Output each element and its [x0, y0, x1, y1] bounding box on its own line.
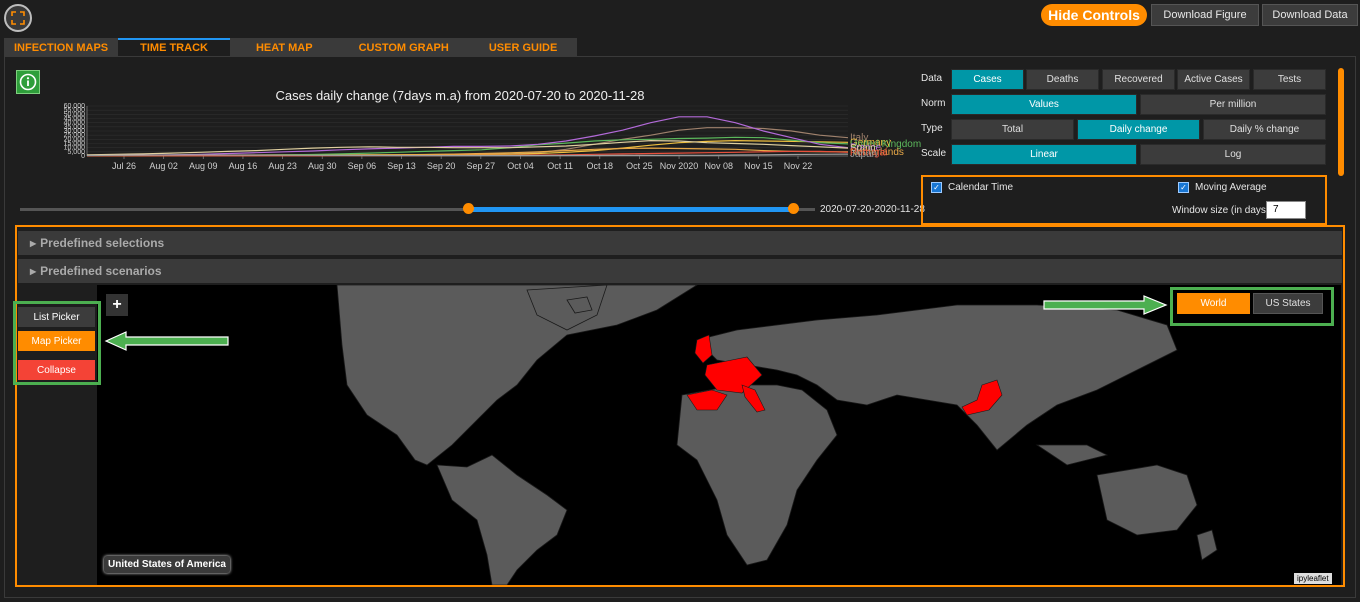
- type-daily-change-button[interactable]: Daily change: [1077, 119, 1200, 140]
- collapse-button[interactable]: Collapse: [18, 360, 95, 380]
- north-america: [336, 285, 698, 466]
- fullscreen-button[interactable]: [4, 4, 32, 32]
- info-icon: [19, 73, 37, 91]
- date-range-start-handle[interactable]: [463, 203, 474, 214]
- download-figure-button[interactable]: Download Figure: [1151, 4, 1259, 26]
- checkbox-check-icon: ✓: [931, 182, 942, 193]
- scale-row-label: Scale: [921, 148, 947, 159]
- download-data-button[interactable]: Download Data: [1262, 4, 1358, 26]
- y-tick-label: 60,000: [64, 103, 86, 110]
- tab-bar: INFECTION MAPS TIME TRACK HEAT MAP CUSTO…: [4, 38, 578, 56]
- x-tick-label: Nov 22: [784, 161, 813, 171]
- type-daily-percent-change-button[interactable]: Daily % change: [1203, 119, 1326, 140]
- moving-average-label: Moving Average: [1195, 182, 1267, 193]
- data-tests-button[interactable]: Tests: [1253, 69, 1326, 90]
- hide-controls-button[interactable]: Hide Controls: [1041, 4, 1147, 26]
- australia: [1096, 464, 1198, 536]
- x-tick-label: Aug 02: [149, 161, 178, 171]
- series-label: Japan: [850, 149, 877, 160]
- south-america: [436, 454, 568, 585]
- x-tick-label: Oct 18: [587, 161, 614, 171]
- x-tick-label: Nov 2020: [660, 161, 699, 171]
- type-total-button[interactable]: Total: [951, 119, 1074, 140]
- x-tick-label: Oct 11: [547, 161, 573, 171]
- x-tick-label: Sep 27: [467, 161, 496, 171]
- us-states-scope-button[interactable]: US States: [1253, 293, 1323, 314]
- world-map[interactable]: [97, 285, 1341, 585]
- caret-right-icon: ▶: [30, 266, 37, 276]
- date-range-readout: 2020-07-20-2020-11-28: [820, 204, 925, 215]
- map-picker-button[interactable]: Map Picker: [18, 331, 95, 351]
- x-tick-label: Nov 15: [744, 161, 773, 171]
- calendar-time-label: Calendar Time: [948, 182, 1014, 193]
- indonesia: [1035, 444, 1109, 466]
- x-tick-label: Aug 23: [268, 161, 297, 171]
- x-tick-label: Sep 20: [427, 161, 456, 171]
- predefined-selections-accordion[interactable]: ▶ Predefined selections: [18, 231, 1342, 255]
- info-button[interactable]: [16, 70, 40, 94]
- x-tick-label: Oct 04: [507, 161, 534, 171]
- accordion-label: Predefined scenarios: [40, 264, 162, 278]
- accordion-label: Predefined selections: [40, 236, 165, 250]
- map-attribution: ipyleaflet: [1294, 573, 1332, 584]
- norm-row-label: Norm: [921, 98, 946, 109]
- fullscreen-icon: [11, 11, 25, 25]
- data-row-label: Data: [921, 73, 943, 84]
- x-tick-label: Aug 30: [308, 161, 337, 171]
- x-tick-label: Sep 06: [348, 161, 377, 171]
- data-cases-button[interactable]: Cases: [951, 69, 1024, 90]
- window-size-input[interactable]: 7: [1266, 201, 1306, 219]
- tab-custom-graph[interactable]: CUSTOM GRAPH: [338, 38, 469, 56]
- new-zealand: [1196, 529, 1218, 561]
- moving-average-checkbox[interactable]: ✓ Moving Average: [1178, 182, 1267, 193]
- tab-infection-maps[interactable]: INFECTION MAPS: [4, 38, 119, 56]
- scale-log-button[interactable]: Log: [1140, 144, 1326, 165]
- data-active-cases-button[interactable]: Active Cases: [1177, 69, 1250, 90]
- x-tick-label: Jul 26: [112, 161, 136, 171]
- x-tick-label: Nov 08: [704, 161, 733, 171]
- window-size-label: Window size (in days): [1172, 205, 1270, 216]
- date-range-end-handle[interactable]: [788, 203, 799, 214]
- predefined-scenarios-accordion[interactable]: ▶ Predefined scenarios: [18, 259, 1342, 283]
- tab-time-track[interactable]: TIME TRACK: [118, 38, 230, 56]
- data-deaths-button[interactable]: Deaths: [1026, 69, 1099, 90]
- map-canvas: [336, 285, 1218, 585]
- arrow-left-icon: [104, 331, 229, 351]
- tab-heat-map[interactable]: HEAT MAP: [229, 38, 339, 56]
- date-range-slider-fill: [468, 207, 793, 212]
- x-tick-label: Sep 13: [387, 161, 416, 171]
- zoom-in-button[interactable]: +: [106, 294, 128, 316]
- x-tick-label: Oct 25: [626, 161, 653, 171]
- calendar-time-checkbox[interactable]: ✓ Calendar Time: [931, 182, 1013, 193]
- type-row-label: Type: [921, 123, 943, 134]
- controls-scrollbar[interactable]: [1338, 68, 1344, 176]
- arrow-right-icon: [1043, 295, 1168, 315]
- tab-user-guide[interactable]: USER GUIDE: [468, 38, 578, 56]
- data-recovered-button[interactable]: Recovered: [1102, 69, 1175, 90]
- x-tick-label: Aug 09: [189, 161, 218, 171]
- list-picker-button[interactable]: List Picker: [18, 307, 95, 327]
- x-tick-label: Aug 16: [229, 161, 258, 171]
- world-scope-button[interactable]: World: [1177, 293, 1250, 314]
- united-kingdom-shape: [694, 334, 713, 364]
- scale-linear-button[interactable]: Linear: [951, 144, 1137, 165]
- line-chart: 05,00010,00015,00020,00025,00030,00035,0…: [64, 103, 922, 171]
- checkbox-check-icon: ✓: [1178, 182, 1189, 193]
- map-hover-label: United States of America: [104, 556, 230, 573]
- caret-right-icon: ▶: [30, 238, 37, 248]
- norm-values-button[interactable]: Values: [951, 94, 1137, 115]
- norm-per-million-button[interactable]: Per million: [1140, 94, 1326, 115]
- land-shapes: [336, 285, 1218, 585]
